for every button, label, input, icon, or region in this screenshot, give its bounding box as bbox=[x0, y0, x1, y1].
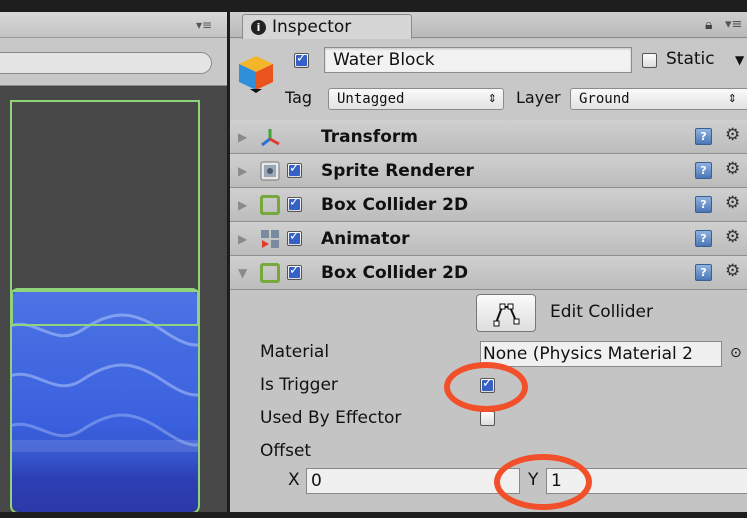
component-sprite-renderer[interactable]: ▶ ✓ Sprite Renderer ? ⚙ bbox=[230, 154, 747, 188]
edit-collider-icon bbox=[493, 303, 520, 327]
is-trigger-label: Is Trigger bbox=[260, 375, 338, 395]
component-animator[interactable]: ▶ ✓ Animator ? ⚙ bbox=[230, 222, 747, 256]
component-label: Transform bbox=[321, 127, 418, 147]
gear-icon[interactable]: ⚙ bbox=[725, 261, 740, 281]
offset-y-highlight-ring bbox=[494, 454, 592, 510]
dropdown-arrows-icon: ⇕ bbox=[727, 92, 737, 105]
fold-closed-icon[interactable]: ▶ bbox=[238, 232, 247, 246]
collider-outline-upper bbox=[10, 100, 200, 296]
scene-search-input[interactable] bbox=[0, 52, 212, 74]
layer-label: Layer bbox=[516, 88, 561, 107]
component-box-collider-2d-expanded[interactable]: ▼ ✓ Box Collider 2D ? ⚙ bbox=[230, 256, 747, 290]
component-transform[interactable]: ▶ Transform ? ⚙ bbox=[230, 120, 747, 154]
box-collider-icon bbox=[260, 263, 280, 283]
inspector-menu-icon[interactable]: ▾≡ bbox=[725, 17, 742, 32]
is-trigger-checkbox[interactable]: ✓ bbox=[480, 376, 495, 393]
box-collider-icon bbox=[260, 195, 280, 215]
gear-icon[interactable]: ⚙ bbox=[725, 125, 740, 145]
component-enabled-checkbox[interactable]: ✓ bbox=[287, 195, 302, 212]
static-label: Static bbox=[666, 49, 715, 69]
gameobject-active-checkbox[interactable]: ✓ bbox=[294, 51, 309, 68]
transform-axes-icon bbox=[261, 129, 280, 147]
component-label: Animator bbox=[321, 229, 410, 249]
static-checkbox[interactable] bbox=[642, 53, 657, 68]
editor-window: ▾≡ i Inspector 🔒︎ ▾≡ ✓ Water Block Stati… bbox=[0, 0, 747, 518]
panel-menu-icon[interactable]: ▾≡ bbox=[196, 18, 212, 32]
scene-panel: ▾≡ bbox=[0, 12, 228, 512]
tab-inspector[interactable]: i Inspector bbox=[242, 14, 412, 39]
component-enabled-checkbox[interactable]: ✓ bbox=[287, 229, 302, 246]
help-icon[interactable]: ? bbox=[695, 196, 712, 213]
sprite-renderer-icon bbox=[260, 161, 280, 181]
component-enabled-checkbox[interactable]: ✓ bbox=[287, 263, 302, 280]
tag-label: Tag bbox=[285, 88, 313, 107]
offset-label: Offset bbox=[260, 441, 312, 461]
used-by-effector-checkbox[interactable] bbox=[480, 411, 495, 426]
scene-tab-bar: ▾≡ bbox=[0, 12, 227, 38]
fold-closed-icon[interactable]: ▶ bbox=[238, 130, 247, 144]
gameobject-name-input[interactable]: Water Block bbox=[324, 47, 632, 73]
inspector-panel: i Inspector 🔒︎ ▾≡ ✓ Water Block Static ▼ … bbox=[230, 12, 747, 512]
help-icon[interactable]: ? bbox=[695, 162, 712, 179]
help-icon[interactable]: ? bbox=[695, 230, 712, 247]
used-by-effector-label: Used By Effector bbox=[260, 408, 402, 428]
tag-value: Untagged bbox=[337, 91, 405, 107]
tag-dropdown[interactable]: Untagged ⇕ bbox=[328, 88, 504, 110]
component-box-collider-2d[interactable]: ▶ ✓ Box Collider 2D ? ⚙ bbox=[230, 188, 747, 222]
gameobject-header: ✓ Water Block Static ▼ Tag Untagged ⇕ Lay… bbox=[230, 39, 747, 121]
fold-closed-icon[interactable]: ▶ bbox=[238, 164, 247, 178]
collider-outline-water bbox=[10, 288, 200, 512]
object-picker-icon[interactable]: ⊙ bbox=[730, 345, 742, 361]
static-dropdown-arrow-icon[interactable]: ▼ bbox=[735, 53, 744, 67]
offset-x-input[interactable]: 0 bbox=[306, 468, 520, 494]
gameobject-cube-icon bbox=[239, 56, 273, 93]
component-label: Sprite Renderer bbox=[321, 161, 474, 181]
fold-closed-icon[interactable]: ▶ bbox=[238, 198, 247, 212]
info-icon: i bbox=[251, 20, 266, 35]
component-enabled-checkbox[interactable]: ✓ bbox=[287, 161, 302, 178]
fold-open-icon[interactable]: ▼ bbox=[238, 266, 247, 280]
edit-collider-button[interactable] bbox=[476, 294, 536, 332]
edit-collider-label: Edit Collider bbox=[550, 302, 654, 322]
component-label: Box Collider 2D bbox=[321, 263, 469, 283]
help-icon[interactable]: ? bbox=[695, 264, 712, 281]
gear-icon[interactable]: ⚙ bbox=[725, 193, 740, 213]
tab-inspector-label: Inspector bbox=[272, 17, 352, 37]
gear-icon[interactable]: ⚙ bbox=[725, 227, 740, 247]
material-label: Material bbox=[260, 342, 330, 362]
animator-icon bbox=[261, 230, 279, 248]
gear-icon[interactable]: ⚙ bbox=[725, 159, 740, 179]
layer-dropdown[interactable]: Ground ⇕ bbox=[570, 88, 747, 110]
help-icon[interactable]: ? bbox=[695, 128, 712, 145]
layer-value: Ground bbox=[579, 91, 630, 107]
lock-icon[interactable]: 🔒︎ bbox=[705, 17, 712, 33]
component-label: Box Collider 2D bbox=[321, 195, 469, 215]
material-field[interactable]: None (Physics Material 2 bbox=[480, 341, 722, 367]
dropdown-arrows-icon: ⇕ bbox=[487, 92, 497, 105]
inspector-tab-bar: i Inspector 🔒︎ ▾≡ bbox=[230, 12, 747, 39]
offset-x-label: X bbox=[288, 470, 300, 490]
